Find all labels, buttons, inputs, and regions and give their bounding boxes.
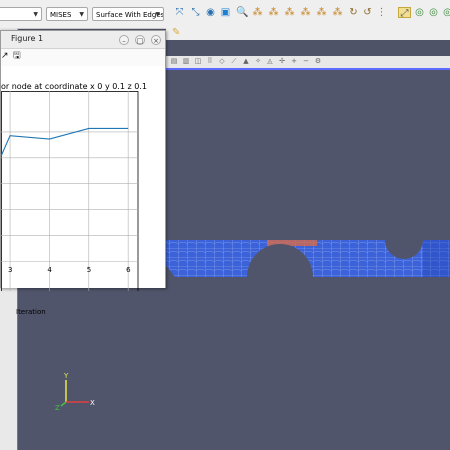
x-tick-label: 6 (126, 266, 131, 274)
edit-axes-icon[interactable]: ↗ (1, 51, 9, 61)
hover-points-icon[interactable]: ✧ (254, 57, 262, 65)
maximize-button[interactable]: □ (135, 35, 145, 45)
representation-value: Surface With Edges (96, 11, 164, 19)
x-axis-label: Iteration (16, 308, 46, 316)
rotate-90-icon[interactable]: ↻ (348, 7, 359, 18)
plot-title: or node at coordinate x 0 y 0.1 z 0.1 (1, 82, 147, 91)
representation-select[interactable]: Surface With Edges ▼ (92, 7, 164, 21)
axis-x-label: X (90, 399, 95, 407)
secondary-toolbar: ✎ (166, 28, 450, 40)
separator-icon: ⋮ (376, 7, 387, 18)
select-points-icon[interactable]: ◎ (428, 7, 439, 18)
rotate-minus-90-icon[interactable]: ↺ (362, 7, 373, 18)
line-chart (1, 91, 139, 291)
figure-titlebar[interactable]: Figure 1 – □ × (1, 31, 165, 49)
set-view-x-icon[interactable]: ⁂ (252, 7, 263, 18)
hover-cells-icon[interactable]: ◬ (266, 57, 274, 65)
axis-y-label: Y (63, 372, 69, 380)
set-view-minus-y-icon[interactable]: ⁂ (300, 7, 311, 18)
add-selection-icon[interactable]: + (290, 57, 298, 65)
split-vertical-icon[interactable]: ▥ (182, 57, 190, 65)
select-block-icon[interactable]: ◎ (442, 7, 450, 18)
zoom-to-data-icon[interactable]: ⤡ (190, 7, 201, 18)
select-surface-cells-icon[interactable]: ◫ (194, 57, 202, 65)
select-frustum-icon[interactable]: ◇ (218, 57, 226, 65)
select-cells-icon[interactable]: ◎ (414, 7, 425, 18)
color-component-select[interactable]: ▼ (0, 7, 42, 21)
x-tick-label: 4 (47, 266, 52, 274)
reset-camera-icon[interactable]: ⤧ (174, 7, 185, 18)
select-surface-points-icon[interactable]: ⠿ (206, 57, 214, 65)
split-horizontal-icon[interactable]: ▤ (170, 57, 178, 65)
select-polygon-icon[interactable]: ⟋ (230, 57, 238, 65)
chevron-down-icon: ▼ (79, 11, 84, 18)
figure-toolbar: ↗ 🖫 (1, 49, 165, 63)
chevron-down-icon: ▼ (155, 11, 160, 18)
figure-window[interactable]: Figure 1 – □ × ↗ 🖫 or node at coordinate… (0, 30, 166, 316)
chevron-down-icon: ▼ (33, 11, 38, 18)
ruler-icon[interactable]: ✎ (172, 28, 180, 38)
x-tick-label: 5 (86, 266, 92, 274)
axis-z-label: Z (55, 404, 60, 412)
orientation-axes: Y X Z (55, 372, 95, 412)
set-view-y-icon[interactable]: ⁂ (284, 7, 295, 18)
interaction-mode-icon[interactable]: ⤢ (398, 7, 411, 19)
set-view-z-icon[interactable]: ⁂ (316, 7, 327, 18)
color-variable-value: MISES (50, 11, 72, 19)
figure-title: Figure 1 (11, 34, 44, 43)
set-view-minus-x-icon[interactable]: ⁂ (268, 7, 279, 18)
zoom-to-box-icon[interactable]: ▣ (220, 7, 231, 18)
interactive-select-icon[interactable]: ▲ (242, 57, 250, 65)
mesh-plate (165, 240, 450, 277)
subtract-selection-icon[interactable]: − (302, 57, 310, 65)
main-toolbar: ▼ MISES ▼ Surface With Edges ▼ ⤧ ⤡ ◉ ▣ 🔍… (0, 0, 450, 29)
series-line (1, 127, 129, 157)
zoom-box-icon[interactable]: 🔍 (236, 7, 248, 18)
minimize-button[interactable]: – (119, 35, 129, 45)
clear-selection-icon[interactable]: ⚙ (314, 57, 322, 65)
color-variable-select[interactable]: MISES ▼ (46, 7, 88, 21)
set-view-minus-z-icon[interactable]: ⁂ (332, 7, 343, 18)
plot-frame (1, 91, 139, 291)
grow-selection-icon[interactable]: ✢ (278, 57, 286, 65)
zoom-closest-icon[interactable]: ◉ (205, 7, 216, 18)
save-icon[interactable]: 🖫 (13, 51, 21, 61)
close-button[interactable]: × (151, 35, 161, 45)
x-tick-label: 3 (8, 266, 13, 274)
